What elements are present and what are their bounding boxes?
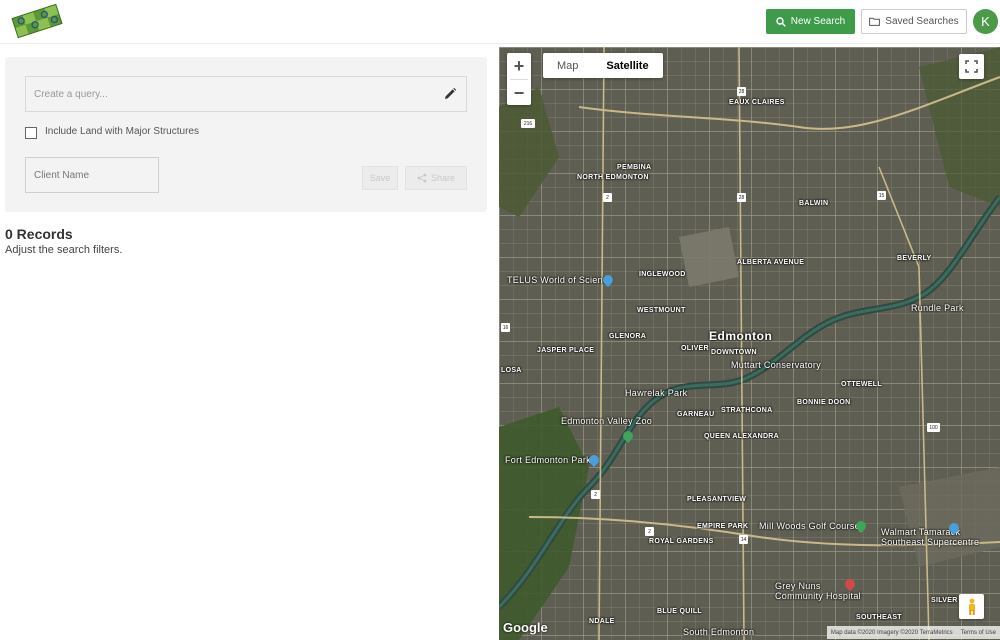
fullscreen-icon <box>965 60 978 73</box>
saved-searches-label: Saved Searches <box>885 16 959 27</box>
client-name-placeholder: Client Name <box>34 169 90 181</box>
google-logo: Google <box>503 620 548 635</box>
satellite-imagery <box>499 47 1000 640</box>
search-icon <box>776 16 786 27</box>
label-balwin: BALWIN <box>799 200 829 207</box>
include-structures-checkbox[interactable] <box>25 127 37 139</box>
share-label: Share <box>430 173 456 183</box>
avatar[interactable]: K <box>973 9 998 34</box>
label-mill-woods-golf-course[interactable]: Mill Woods Golf Course <box>759 521 860 531</box>
query-panel: Create a query... Include Land with Majo… <box>5 57 487 212</box>
highway-shield: 16 <box>501 323 510 332</box>
label-strathcona: STRATHCONA <box>721 407 773 414</box>
label-pembina: PEMBINA <box>617 164 652 171</box>
zoom-in-button[interactable]: + <box>507 53 531 79</box>
label-muttart-conservatory[interactable]: Muttart Conservatory <box>731 360 821 370</box>
label-walmart-tamarack[interactable]: Walmart Tamarack Southeast Supercentre <box>881 527 991 547</box>
street-view-button[interactable] <box>959 594 984 619</box>
query-input[interactable]: Create a query... <box>25 76 467 112</box>
highway-shield: 100 <box>927 423 940 432</box>
label-pleasantview: PLEASANTVIEW <box>687 496 747 503</box>
label-westmount: WESTMOUNT <box>637 307 686 314</box>
label-bonnie-doon: BONNIE DOON <box>797 399 851 406</box>
map-attribution: Map data ©2020 Imagery ©2020 TerraMetric… <box>826 626 1000 639</box>
tab-map[interactable]: Map <box>543 53 592 78</box>
label-rundle-park[interactable]: Rundle Park <box>911 303 964 313</box>
label-downtown: DOWNTOWN <box>711 349 757 356</box>
folder-icon <box>869 17 881 26</box>
label-ottewell: OTTEWELL <box>841 381 882 388</box>
label-beverly: BEVERLY <box>897 255 932 262</box>
terms-link[interactable]: Terms of Use <box>961 630 996 636</box>
label-edmonton-valley-zoo[interactable]: Edmonton Valley Zoo <box>561 416 652 426</box>
highway-shield: 2 <box>591 490 600 499</box>
fullscreen-button[interactable] <box>959 54 984 79</box>
label-alberta-avenue: ALBERTA AVENUE <box>737 259 805 266</box>
label-glenora: GLENORA <box>609 333 647 340</box>
label-telus-world-of-science[interactable]: TELUS World of Science <box>507 275 613 285</box>
new-search-label: New Search <box>790 16 846 27</box>
label-fort-edmonton-park[interactable]: Fort Edmonton Park <box>505 455 591 465</box>
label-empire-park: EMPIRE PARK <box>697 523 749 530</box>
label-edmonton: Edmonton <box>709 329 773 343</box>
top-bar: New Search Saved Searches K <box>0 0 1000 44</box>
highway-shield: 28 <box>737 193 746 202</box>
pencil-icon[interactable] <box>442 86 458 102</box>
label-eaux-claires: EAUX CLAIRES <box>729 99 785 106</box>
map-type-tabs: Map Satellite <box>543 53 663 78</box>
highway-shield: 28 <box>737 87 746 96</box>
zoom-controls: + − <box>507 53 531 105</box>
highway-shield: 14 <box>739 535 748 544</box>
label-hawrelak-park[interactable]: Hawrelak Park <box>625 388 687 398</box>
label-losa: LOSA <box>501 367 522 374</box>
label-silver: SILVER <box>931 597 958 604</box>
label-queen-alexandra: QUEEN ALEXANDRA <box>704 433 780 440</box>
label-garneau: GARNEAU <box>677 411 715 418</box>
label-oliver: OLIVER <box>681 345 709 352</box>
highway-shield: 2 <box>645 527 654 536</box>
label-southeast: SOUTHEAST <box>856 614 902 621</box>
save-button[interactable]: Save <box>362 166 398 190</box>
records-count: 0 Records <box>5 226 73 242</box>
records-hint: Adjust the search filters. <box>5 244 123 256</box>
share-icon <box>417 173 427 183</box>
label-south-edmonton[interactable]: South Edmonton <box>683 627 754 637</box>
highway-shield: 15 <box>877 191 886 200</box>
app-logo[interactable] <box>10 2 64 40</box>
satellite-map[interactable]: EAUX CLAIRES PEMBINA NORTH EDMONTON BALW… <box>499 47 1000 640</box>
new-search-button[interactable]: New Search <box>766 9 855 34</box>
query-placeholder: Create a query... <box>34 88 108 100</box>
label-blue-quill: BLUE QUILL <box>657 608 702 615</box>
saved-searches-button[interactable]: Saved Searches <box>861 9 967 34</box>
highway-shield: 216 <box>521 119 535 128</box>
label-north-edmonton: NORTH EDMONTON <box>577 174 649 181</box>
label-inglewood: INGLEWOOD <box>639 271 686 278</box>
pegman-icon <box>968 598 975 615</box>
label-jasper-place: JASPER PLACE <box>537 347 595 354</box>
highway-shield: 2 <box>603 193 612 202</box>
tab-satellite[interactable]: Satellite <box>592 53 662 78</box>
include-structures-label: Include Land with Major Structures <box>45 126 199 137</box>
label-ndale: NDALE <box>589 618 615 625</box>
zoom-out-button[interactable]: − <box>507 80 531 106</box>
share-button[interactable]: Share <box>405 166 467 190</box>
attribution-text: Map data ©2020 Imagery ©2020 TerraMetric… <box>830 629 953 636</box>
label-royal-gardens: ROYAL GARDENS <box>649 538 714 545</box>
client-name-field[interactable]: Client Name <box>25 157 159 193</box>
